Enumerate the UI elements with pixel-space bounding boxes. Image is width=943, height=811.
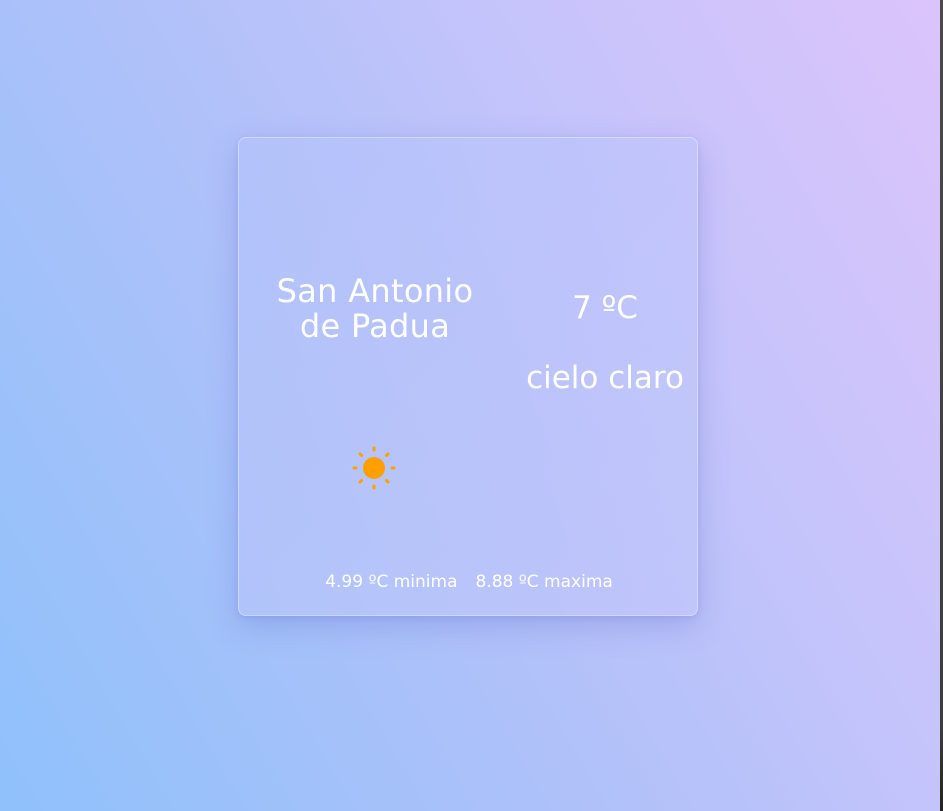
sun-icon (350, 444, 402, 496)
city-name-line-2: de Padua (299, 307, 451, 345)
page-background: { "weather": { "city_line1": "San Antoni… (0, 0, 943, 811)
min-max-row: 4.99 ºC minima 8.88 ºC maxima (239, 572, 699, 592)
city-name: San Antonio de Padua (263, 274, 487, 344)
max-temperature: 8.88 ºC maxima (475, 572, 613, 592)
sun-icon-graphic (352, 446, 396, 490)
city-name-line-1: San Antonio (276, 272, 474, 310)
min-temperature: 4.99 ºC minima (325, 572, 458, 592)
weather-card: San Antonio de Padua 7 ºC cielo claro 4.… (238, 137, 698, 616)
current-temperature: 7 ºC (572, 290, 638, 326)
weather-description: cielo claro (526, 360, 684, 396)
